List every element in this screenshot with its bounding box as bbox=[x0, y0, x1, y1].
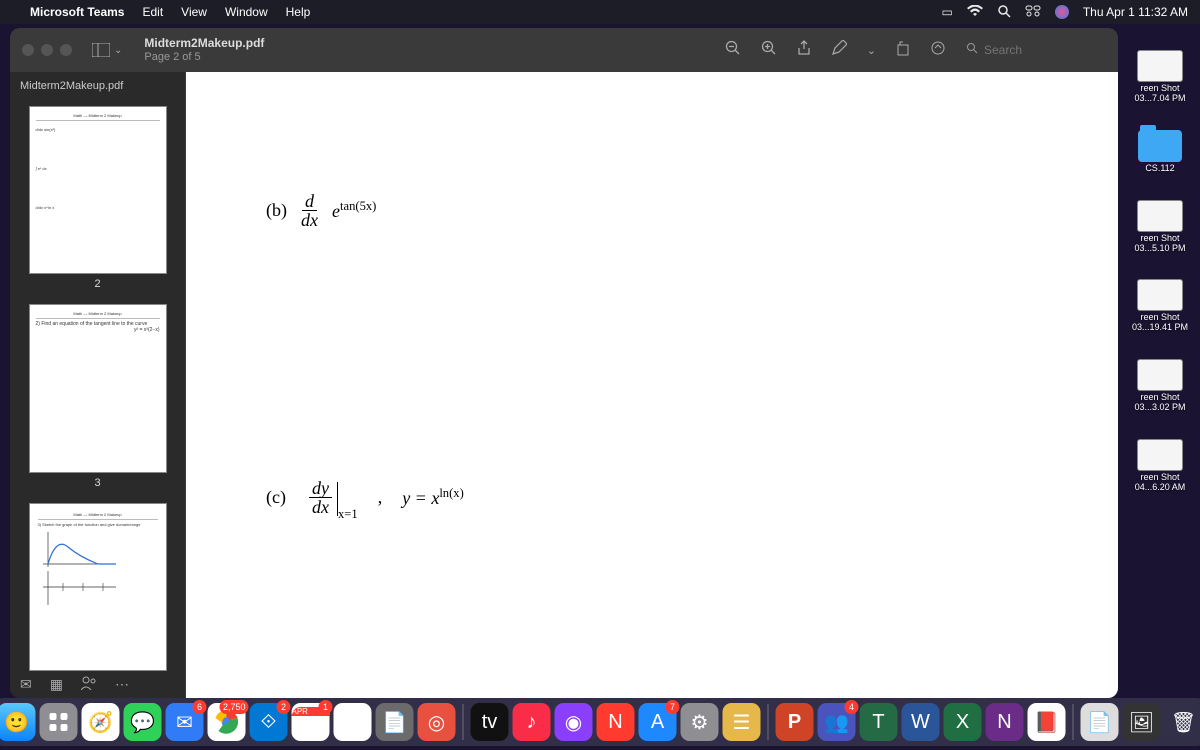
problem-b: (b) d dx etan(5x) bbox=[266, 192, 1058, 229]
dock-recent-2[interactable]: 🖼 bbox=[1123, 703, 1161, 741]
problem-b-label: (b) bbox=[266, 200, 287, 221]
dock-trash[interactable]: 🗑 bbox=[1165, 703, 1200, 741]
problem-c: (c) dy dx x=1 , y = xln(x) bbox=[266, 479, 1058, 516]
battery-icon[interactable]: ▭ bbox=[941, 5, 952, 19]
dock-messages[interactable]: 💬 bbox=[124, 703, 162, 741]
minimize-button[interactable] bbox=[41, 44, 53, 56]
dock-podcasts[interactable]: ◉ bbox=[555, 703, 593, 741]
thumbnail-sidebar: Midterm2Makeup.pdf Math — Midterm 2 Make… bbox=[10, 72, 186, 698]
zoom-in-icon[interactable] bbox=[761, 40, 777, 60]
clock[interactable]: Thu Apr 1 11:32 AM bbox=[1083, 5, 1188, 19]
desktop-item-screenshot-3[interactable]: reen Shot 03...19.41 PM bbox=[1128, 279, 1192, 333]
sidebar-title: Midterm2Makeup.pdf bbox=[10, 72, 185, 100]
wifi-icon[interactable] bbox=[967, 5, 983, 20]
spotlight-icon[interactable] bbox=[997, 4, 1011, 21]
desktop-item-screenshot-2[interactable]: reen Shot 03...5.10 PM bbox=[1128, 200, 1192, 254]
c-numerator: dy bbox=[309, 479, 332, 498]
preview-window: ⌄ Midterm2Makeup.pdf Page 2 of 5 ⌄ bbox=[10, 28, 1118, 698]
siri-icon[interactable] bbox=[1055, 5, 1069, 19]
dock-reminders[interactable]: ☑ bbox=[334, 703, 372, 741]
dock-teams[interactable]: 👥4 bbox=[818, 703, 856, 741]
desktop-item-screenshot-5[interactable]: reen Shot 04...6.20 AM bbox=[1128, 439, 1192, 493]
dock-app-t[interactable]: T bbox=[860, 703, 898, 741]
dock-word[interactable]: W bbox=[902, 703, 940, 741]
b-denominator: dx bbox=[298, 211, 321, 229]
titlebar: ⌄ Midterm2Makeup.pdf Page 2 of 5 ⌄ bbox=[10, 28, 1118, 72]
dock-notes[interactable]: ☰ bbox=[723, 703, 761, 741]
page-2: (b) d dx etan(5x) (c) dy dx bbox=[186, 72, 1118, 698]
traffic-lights bbox=[22, 44, 72, 56]
c-equation: y = xln(x) bbox=[402, 486, 464, 509]
more-icon[interactable]: ⋯ bbox=[115, 676, 129, 693]
fullscreen-button[interactable] bbox=[60, 44, 72, 56]
menu-view[interactable]: View bbox=[181, 5, 207, 19]
document-viewport[interactable]: (b) d dx etan(5x) (c) dy dx bbox=[186, 72, 1118, 698]
dock-vscode[interactable]: ⟐2 bbox=[250, 703, 288, 741]
c-eval-point: x=1 bbox=[338, 507, 358, 522]
thumbnail-page-4[interactable]: Math — Midterm 2 Makeup 3) Sketch the gr… bbox=[29, 503, 167, 672]
desktop-item-screenshot-1[interactable]: reen Shot 03...7.04 PM bbox=[1128, 50, 1192, 104]
menu-help[interactable]: Help bbox=[286, 5, 311, 19]
b-expression: etan(5x) bbox=[332, 199, 376, 222]
dock-recent-1[interactable]: 📄 bbox=[1081, 703, 1119, 741]
contacts-icon[interactable] bbox=[81, 676, 97, 693]
dock-separator bbox=[463, 704, 464, 740]
dock-separator-2 bbox=[768, 704, 769, 740]
highlight-icon[interactable] bbox=[930, 40, 946, 60]
dock-appletv[interactable]: tv bbox=[471, 703, 509, 741]
menubar: Microsoft Teams Edit View Window Help ▭ … bbox=[0, 0, 1200, 24]
app-name[interactable]: Microsoft Teams bbox=[30, 5, 124, 19]
dock-mail[interactable]: ✉6 bbox=[166, 703, 204, 741]
window-title: Midterm2Makeup.pdf bbox=[144, 36, 264, 50]
thumbnail-label-3: 3 bbox=[10, 477, 185, 489]
c-comma: , bbox=[378, 487, 383, 508]
dock-powerpoint[interactable]: P bbox=[776, 703, 814, 741]
dock-news[interactable]: N bbox=[597, 703, 635, 741]
close-button[interactable] bbox=[22, 44, 34, 56]
desktop-item-folder-cs112[interactable]: CS.112 bbox=[1128, 130, 1192, 174]
menu-window[interactable]: Window bbox=[225, 5, 268, 19]
search-icon bbox=[966, 41, 978, 59]
dock-pdf[interactable]: 📕 bbox=[1028, 703, 1066, 741]
b-numerator: d bbox=[302, 192, 317, 211]
search-input[interactable] bbox=[984, 43, 1084, 57]
chevron-down-icon: ⌄ bbox=[114, 45, 122, 56]
dock: 🙂 🧭 💬 ✉6 2,750 ⟐2 APR1 1 ☑ 📄 ◎ tv ♪ ◉ N … bbox=[0, 698, 1200, 746]
dock-chrome[interactable]: 2,750 bbox=[208, 703, 246, 741]
dock-appstore[interactable]: A7 bbox=[639, 703, 677, 741]
mail-icon[interactable]: ✉ bbox=[20, 676, 32, 693]
dock-finder[interactable]: 🙂 bbox=[0, 703, 36, 741]
zoom-out-icon[interactable] bbox=[725, 40, 741, 60]
thumbnail-page-2[interactable]: Math — Midterm 2 Makeup d/dx sin(x²) ∫ e… bbox=[29, 106, 167, 274]
thumbnail-page-3[interactable]: Math — Midterm 2 Makeup 2) Find an equat… bbox=[29, 304, 167, 472]
thumbnail-label-2: 2 bbox=[10, 278, 185, 290]
dock-excel[interactable]: X bbox=[944, 703, 982, 741]
dock-system-preferences[interactable]: ⚙ bbox=[681, 703, 719, 741]
dock-calendar[interactable]: APR1 1 bbox=[292, 703, 330, 741]
dock-music[interactable]: ♪ bbox=[513, 703, 551, 741]
problem-c-label: (c) bbox=[266, 487, 286, 508]
control-center-icon[interactable] bbox=[1025, 5, 1041, 20]
dock-canvas[interactable]: ◎ bbox=[418, 703, 456, 741]
c-denominator: dx bbox=[309, 498, 332, 516]
dock-launchpad[interactable] bbox=[40, 703, 78, 741]
dock-preview[interactable]: 📄 bbox=[376, 703, 414, 741]
page-indicator: Page 2 of 5 bbox=[144, 51, 264, 64]
dock-separator-3 bbox=[1073, 704, 1074, 740]
share-icon[interactable] bbox=[797, 40, 811, 60]
desktop-icons: reen Shot 03...7.04 PM CS.112 reen Shot … bbox=[1124, 50, 1196, 493]
dock-safari[interactable]: 🧭 bbox=[82, 703, 120, 741]
markup-icon[interactable] bbox=[831, 40, 847, 60]
desktop-item-screenshot-4[interactable]: reen Shot 03...3.02 PM bbox=[1128, 359, 1192, 413]
rotate-icon[interactable] bbox=[896, 40, 910, 60]
sidebar-toggle[interactable]: ⌄ bbox=[92, 43, 122, 57]
chevron-down-icon[interactable]: ⌄ bbox=[867, 44, 876, 57]
menu-edit[interactable]: Edit bbox=[142, 5, 163, 19]
dock-onenote[interactable]: N bbox=[986, 703, 1024, 741]
grid-icon[interactable]: ▦ bbox=[50, 676, 63, 693]
